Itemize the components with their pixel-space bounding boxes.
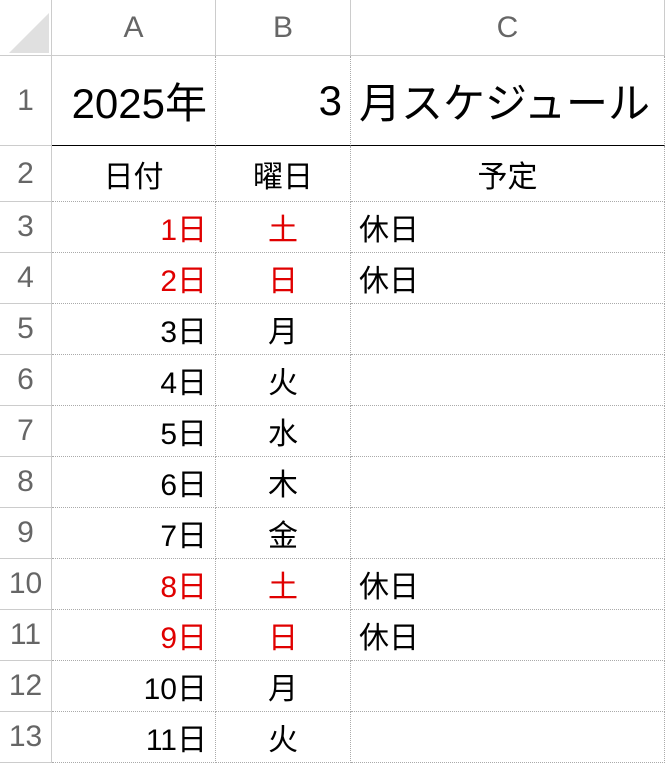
row-header-2[interactable]: 2 — [0, 146, 52, 202]
cell-A10[interactable]: 8日 — [52, 559, 216, 610]
cell-A1[interactable]: 2025年 — [52, 56, 216, 146]
row-header-3[interactable]: 3 — [0, 202, 52, 253]
row-header-7[interactable]: 7 — [0, 406, 52, 457]
cell-A4[interactable]: 2日 — [52, 253, 216, 304]
cell-A6[interactable]: 4日 — [52, 355, 216, 406]
cell-A9[interactable]: 7日 — [52, 508, 216, 559]
column-header-A[interactable]: A — [52, 0, 216, 56]
cell-B10[interactable]: 土 — [216, 559, 351, 610]
column-header-C[interactable]: C — [351, 0, 665, 56]
cell-C13[interactable] — [351, 712, 665, 763]
cell-B7[interactable]: 水 — [216, 406, 351, 457]
cell-A13[interactable]: 11日 — [52, 712, 216, 763]
cell-A2[interactable]: 日付 — [52, 146, 216, 202]
cell-C7[interactable] — [351, 406, 665, 457]
row-header-5[interactable]: 5 — [0, 304, 52, 355]
row-header-8[interactable]: 8 — [0, 457, 52, 508]
cell-B12[interactable]: 月 — [216, 661, 351, 712]
cell-A5[interactable]: 3日 — [52, 304, 216, 355]
cell-B13[interactable]: 火 — [216, 712, 351, 763]
cell-B11[interactable]: 日 — [216, 610, 351, 661]
cell-A8[interactable]: 6日 — [52, 457, 216, 508]
row-header-11[interactable]: 11 — [0, 610, 52, 661]
cell-B3[interactable]: 土 — [216, 202, 351, 253]
spreadsheet-grid: A B C 1 2025年 3 月スケジュール 2 日付 曜日 予定 3 1日 … — [0, 0, 665, 763]
cell-B1[interactable]: 3 — [216, 56, 351, 146]
cell-C1[interactable]: 月スケジュール — [351, 56, 665, 146]
cell-C3[interactable]: 休日 — [351, 202, 665, 253]
cell-C10[interactable]: 休日 — [351, 559, 665, 610]
row-header-4[interactable]: 4 — [0, 253, 52, 304]
cell-C5[interactable] — [351, 304, 665, 355]
cell-C2[interactable]: 予定 — [351, 146, 665, 202]
cell-B4[interactable]: 日 — [216, 253, 351, 304]
row-header-13[interactable]: 13 — [0, 712, 52, 763]
cell-A7[interactable]: 5日 — [52, 406, 216, 457]
row-header-1[interactable]: 1 — [0, 56, 52, 146]
cell-C11[interactable]: 休日 — [351, 610, 665, 661]
row-header-10[interactable]: 10 — [0, 559, 52, 610]
cell-B5[interactable]: 月 — [216, 304, 351, 355]
cell-B2[interactable]: 曜日 — [216, 146, 351, 202]
cell-A3[interactable]: 1日 — [52, 202, 216, 253]
cell-A12[interactable]: 10日 — [52, 661, 216, 712]
row-header-9[interactable]: 9 — [0, 508, 52, 559]
row-header-6[interactable]: 6 — [0, 355, 52, 406]
cell-C6[interactable] — [351, 355, 665, 406]
cell-C4[interactable]: 休日 — [351, 253, 665, 304]
cell-B6[interactable]: 火 — [216, 355, 351, 406]
cell-C8[interactable] — [351, 457, 665, 508]
cell-B8[interactable]: 木 — [216, 457, 351, 508]
row-header-12[interactable]: 12 — [0, 661, 52, 712]
column-header-B[interactable]: B — [216, 0, 351, 56]
cell-A11[interactable]: 9日 — [52, 610, 216, 661]
select-all-corner[interactable] — [0, 0, 52, 56]
cell-C12[interactable] — [351, 661, 665, 712]
cell-B9[interactable]: 金 — [216, 508, 351, 559]
cell-C9[interactable] — [351, 508, 665, 559]
